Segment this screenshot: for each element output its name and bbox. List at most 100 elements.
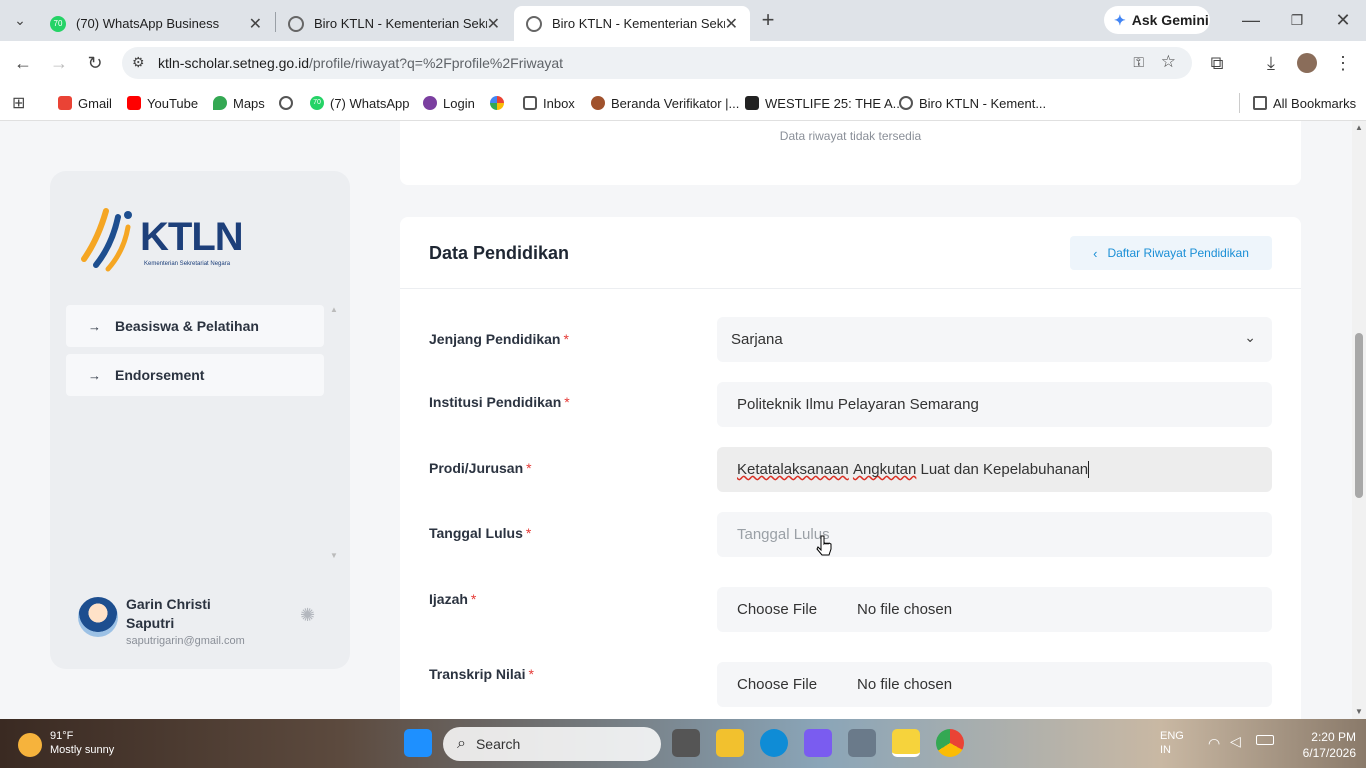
choose-file-button[interactable]: Choose File — [737, 601, 817, 618]
ask-gemini-button[interactable]: ✦ Ask Gemini — [1104, 6, 1210, 34]
scroll-up-arrow-icon[interactable]: ▲ — [1355, 123, 1363, 132]
volume-icon[interactable]: ◁ — [1230, 733, 1241, 750]
bookmark-whatsapp[interactable]: 70 (7) WhatsApp — [310, 85, 409, 121]
taskbar-search[interactable]: ⌕ Search — [443, 727, 661, 761]
bookmark-gmail[interactable]: Gmail — [58, 85, 112, 121]
windows-start-icon[interactable] — [404, 729, 432, 757]
sticky-notes-icon[interactable] — [892, 729, 920, 757]
bookmark-youtube[interactable]: YouTube — [127, 85, 198, 121]
institusi-value: Politeknik Ilmu Pelayaran Semarang — [737, 396, 979, 413]
jenjang-select[interactable]: Sarjana ⌄ — [717, 317, 1272, 362]
prodi-value-part: Angkutan — [852, 461, 917, 478]
new-tab-icon[interactable]: + — [754, 0, 782, 42]
task-view-icon[interactable] — [672, 729, 700, 757]
scroll-down-icon[interactable]: ▼ — [330, 551, 338, 560]
close-tab-icon[interactable]: ✕ — [249, 14, 262, 34]
required-mark: * — [564, 394, 570, 410]
tanggal-lulus-input[interactable]: Tanggal Lulus — [717, 512, 1272, 557]
bookmark-ktln[interactable]: Biro KTLN - Kement... — [899, 85, 1046, 121]
bookmark-beranda[interactable]: Beranda Verifikator |... — [591, 85, 739, 121]
bookmark-divider — [1239, 93, 1240, 113]
scrollbar-thumb[interactable] — [1355, 333, 1363, 498]
scroll-up-icon[interactable]: ▲ — [330, 305, 338, 314]
chevron-down-icon: ⌄ — [1244, 329, 1256, 345]
close-window-icon[interactable]: ✕ — [1329, 0, 1357, 42]
battery-icon[interactable] — [1256, 735, 1274, 745]
daftar-riwayat-button[interactable]: ‹ Daftar Riwayat Pendidikan — [1070, 236, 1272, 270]
lang-secondary: IN — [1160, 744, 1171, 756]
bookmark-login[interactable]: Login — [423, 85, 475, 121]
extensions-icon[interactable]: ⧉ — [1203, 41, 1231, 85]
user-email: saputrigarin@gmail.com — [126, 635, 245, 647]
language-indicator[interactable]: ENG IN — [1160, 729, 1184, 757]
sidebar-item-label: Beasiswa & Pelatihan — [115, 318, 259, 334]
label-text: Ijazah — [429, 591, 468, 607]
forward-icon[interactable]: → — [45, 41, 73, 85]
bookmark-globe[interactable] — [279, 85, 299, 121]
bookmark-westlife[interactable]: WESTLIFE 25: THE A... — [745, 85, 903, 121]
copilot-icon[interactable] — [804, 729, 832, 757]
mouse-pointer-icon — [816, 535, 832, 556]
sidebar-item-endorsement[interactable]: → Endorsement — [66, 354, 324, 396]
ktln-logo-mark-icon — [81, 208, 132, 272]
address-bar[interactable]: ⚙ ktln-scholar.setneg.go.id/profile/riwa… — [122, 47, 1192, 79]
site-info-icon[interactable]: ⚙ — [132, 54, 145, 71]
bookmark-label: Inbox — [543, 95, 575, 111]
bookmarks-bar: ⊞ Gmail YouTube Maps 70 (7) WhatsApp Logi… — [0, 85, 1366, 121]
empty-history-message: Data riwayat tidak tersedia — [779, 129, 922, 143]
prodi-value-part: Luat dan Kepelabuhanan — [916, 461, 1089, 478]
close-tab-icon[interactable]: ✕ — [487, 14, 500, 34]
bookmark-label: (7) WhatsApp — [330, 95, 410, 111]
file-explorer-icon[interactable] — [716, 729, 744, 757]
close-tab-icon[interactable]: ✕ — [725, 14, 738, 34]
transkrip-file-input[interactable]: Choose File No file chosen — [717, 662, 1272, 707]
bookmark-maps[interactable]: Maps — [213, 85, 265, 121]
bookmark-inbox[interactable]: Inbox — [523, 85, 575, 121]
bookmark-label: WESTLIFE 25: THE A... — [765, 95, 904, 111]
reload-icon[interactable]: ↻ — [81, 41, 109, 85]
label-ijazah: Ijazah * — [429, 591, 476, 607]
bookmark-label: Gmail — [78, 95, 112, 111]
download-icon[interactable]: ⤓ — [1257, 41, 1285, 85]
apps-grid-icon[interactable]: ⊞ — [12, 85, 25, 121]
weather-text: Mostly sunny — [50, 744, 115, 756]
label-text: Prodi/Jurusan — [429, 460, 524, 476]
bookmark-pinwheel[interactable] — [490, 85, 510, 121]
sidebar-item-beasiswa[interactable]: → Beasiswa & Pelatihan — [66, 305, 324, 347]
avatar — [78, 597, 118, 637]
scroll-down-arrow-icon[interactable]: ▼ — [1355, 707, 1363, 716]
taskbar-clock[interactable]: 2:20 PM 6/17/2026 — [1290, 729, 1356, 761]
prodi-input[interactable]: Ketatalaksanaan Angkutan Luat dan Kepela… — [717, 447, 1272, 492]
required-mark: * — [563, 331, 569, 347]
choose-file-button[interactable]: Choose File — [737, 676, 817, 693]
tab-ktln-2[interactable]: Biro KTLN - Kementerian Sekret ✕ — [514, 6, 750, 41]
minimize-icon[interactable]: — — [1237, 0, 1265, 42]
all-bookmarks-button[interactable]: All Bookmarks — [1253, 85, 1356, 121]
settings-gear-icon[interactable]: ✺ — [300, 605, 315, 626]
gemini-icon: ✦ — [1114, 11, 1126, 28]
tab-ktln-1[interactable]: Biro KTLN - Kementerian Sekret ✕ — [276, 6, 512, 41]
user-profile[interactable]: Garin Christi Saputri saputrigarin@gmail… — [78, 595, 328, 647]
weather-widget[interactable]: 91°F Mostly sunny — [18, 729, 114, 757]
label-text: Institusi Pendidikan — [429, 394, 562, 410]
tab-whatsapp[interactable]: 70 (70) WhatsApp Business ✕ — [38, 6, 274, 41]
inbox-icon — [523, 96, 537, 110]
bookmark-star-icon[interactable]: ☆ — [1161, 52, 1176, 72]
camera-icon[interactable] — [848, 729, 876, 757]
chrome-icon[interactable] — [936, 729, 964, 757]
menu-icon[interactable]: ⋮ — [1329, 41, 1357, 85]
page-scrollbar[interactable]: ▲ ▼ — [1352, 121, 1366, 719]
edge-icon[interactable] — [760, 729, 788, 757]
institusi-input[interactable]: Politeknik Ilmu Pelayaran Semarang — [717, 382, 1272, 427]
maximize-icon[interactable]: ❐ — [1283, 0, 1311, 42]
ijazah-file-input[interactable]: Choose File No file chosen — [717, 587, 1272, 632]
password-key-icon[interactable]: ⚿ — [1133, 54, 1144, 71]
back-icon[interactable]: ← — [9, 41, 37, 85]
windows-taskbar: 91°F Mostly sunny ⌕ Search ENG IN ◠ ◁ 2:… — [0, 719, 1366, 768]
tab-title: (70) WhatsApp Business — [76, 16, 220, 31]
wifi-icon[interactable]: ◠ — [1208, 735, 1220, 752]
profile-avatar-icon[interactable] — [1297, 53, 1317, 73]
lang-primary: ENG — [1160, 730, 1184, 742]
arrow-right-icon: → — [88, 367, 101, 383]
tab-search-chevron-icon[interactable]: ⌄ — [6, 0, 34, 42]
